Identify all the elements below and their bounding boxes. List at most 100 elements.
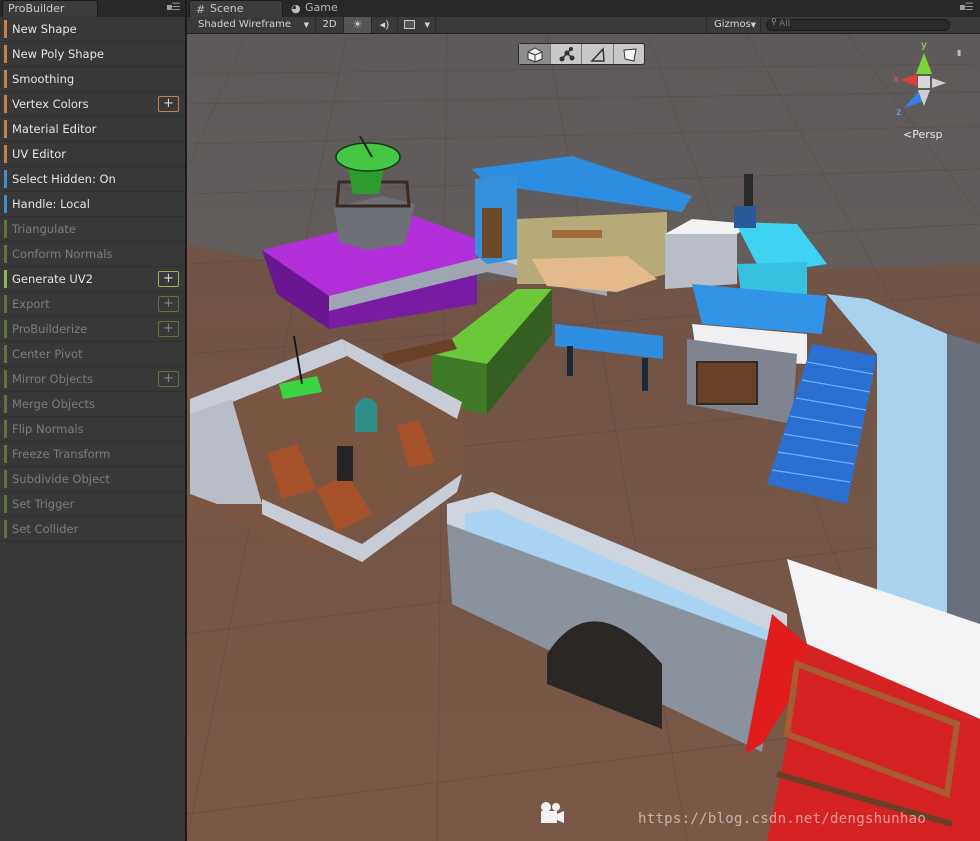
- probuilder-tool-vertex-colors[interactable]: Vertex Colors +: [0, 92, 185, 117]
- tool-options-plus-icon[interactable]: +: [158, 271, 179, 287]
- tool-label: Triangulate: [12, 222, 77, 236]
- tool-category-stripe: [4, 95, 7, 113]
- probuilder-tool-uv-editor[interactable]: UV Editor: [0, 142, 185, 167]
- watermark-text: https://blog.csdn.net/dengshunhao: [638, 811, 927, 827]
- tool-category-stripe: [4, 20, 7, 38]
- shading-mode-dropdown[interactable]: Shaded Wireframe ▼: [187, 17, 316, 33]
- probuilder-tab[interactable]: ProBuilder: [2, 0, 98, 17]
- gizmo-x-label: x: [893, 74, 899, 85]
- tool-label: Material Editor: [12, 122, 97, 136]
- tab-scene[interactable]: # Scene: [189, 0, 283, 17]
- tool-category-stripe: [4, 195, 7, 213]
- tab-game[interactable]: ◕ Game: [285, 0, 375, 17]
- gizmo-lock-icon[interactable]: ▮: [957, 48, 961, 57]
- probuilder-tool-freeze-transform[interactable]: Freeze Transform: [0, 442, 185, 467]
- hierarchy-search[interactable]: ⚲: [766, 17, 950, 31]
- gizmo-neg-x-cone[interactable]: [932, 78, 946, 88]
- probuilder-tool-new-poly-shape[interactable]: New Poly Shape: [0, 42, 185, 67]
- tool-category-stripe: [4, 45, 7, 63]
- tool-category-stripe: [4, 345, 7, 363]
- vertex-icon: [559, 47, 574, 62]
- probuilder-tool-material-editor[interactable]: Material Editor: [0, 117, 185, 142]
- scene-menu-icon[interactable]: ▪☰: [959, 3, 974, 13]
- tool-category-stripe: [4, 270, 7, 288]
- probuilder-tool-set-collider[interactable]: Set Collider: [0, 517, 185, 542]
- probuilder-tool-export[interactable]: Export +: [0, 292, 185, 317]
- tool-options-plus-icon[interactable]: +: [158, 296, 179, 312]
- orientation-gizmo[interactable]: y x z: [884, 38, 964, 123]
- effects-dropdown[interactable]: ▼: [398, 17, 436, 33]
- probuilder-tool-flip-normals[interactable]: Flip Normals: [0, 417, 185, 442]
- tool-category-stripe: [4, 320, 7, 338]
- tool-label: Center Pivot: [12, 347, 83, 361]
- tool-options-plus-icon[interactable]: +: [158, 371, 179, 387]
- probuilder-tool-merge-objects[interactable]: Merge Objects: [0, 392, 185, 417]
- probuilder-tool-center-pivot[interactable]: Center Pivot: [0, 342, 185, 367]
- tool-label: New Poly Shape: [12, 47, 104, 61]
- dropdown-arrow-icon: ▼: [424, 21, 430, 29]
- gizmo-x-cone[interactable]: [900, 74, 917, 86]
- probuilder-tool-mirror-objects[interactable]: Mirror Objects +: [0, 367, 185, 392]
- tool-options-plus-icon[interactable]: +: [158, 96, 179, 112]
- audio-toggle-button[interactable]: ◂): [372, 17, 398, 33]
- probuilder-tool-probuilderize[interactable]: ProBuilderize +: [0, 317, 185, 342]
- tool-label: Mirror Objects: [12, 372, 93, 386]
- projection-label: Persp: [912, 128, 943, 141]
- object-mode-button[interactable]: [519, 44, 551, 64]
- tool-category-stripe: [4, 295, 7, 313]
- face-icon: [622, 48, 637, 62]
- probuilder-tool-triangulate[interactable]: Triangulate: [0, 217, 185, 242]
- cube-icon: [527, 47, 543, 63]
- probuilder-tool-set-trigger[interactable]: Set Trigger: [0, 492, 185, 517]
- tool-options-plus-icon[interactable]: +: [158, 321, 179, 337]
- scene-viewport[interactable]: y x z ▮ <Persp https://blog.csdn.net/den…: [187, 34, 980, 841]
- dropdown-arrow-icon: ▼: [303, 21, 309, 29]
- tool-label: Subdivide Object: [12, 472, 110, 486]
- tool-label: Select Hidden: On: [12, 172, 116, 186]
- shading-mode-label: Shaded Wireframe: [198, 19, 291, 30]
- panel-menu-icon[interactable]: ▪☰: [166, 3, 181, 13]
- gizmo-center-cube[interactable]: [918, 76, 930, 88]
- dropdown-arrow-icon: ▼: [750, 21, 756, 29]
- tool-category-stripe: [4, 220, 7, 238]
- lighting-toggle-button[interactable]: ☀: [344, 17, 372, 33]
- camera-gizmo-icon[interactable]: [537, 801, 565, 827]
- probuilder-tool-conform-normals[interactable]: Conform Normals: [0, 242, 185, 267]
- search-icon: ⚲: [771, 17, 777, 26]
- tool-category-stripe: [4, 245, 7, 263]
- probuilder-tabbar: ProBuilder ▪☰: [0, 0, 185, 17]
- sun-icon: ☀: [352, 18, 363, 31]
- probuilder-tool-generate-uv2[interactable]: Generate UV2 +: [0, 267, 185, 292]
- scene-render[interactable]: [187, 34, 980, 841]
- projection-toggle[interactable]: <Persp: [903, 128, 942, 141]
- gizmos-label: Gizmos: [714, 19, 751, 30]
- probuilder-tool-select-hidden-on[interactable]: Select Hidden: On: [0, 167, 185, 192]
- tool-category-stripe: [4, 145, 7, 163]
- gizmos-dropdown[interactable]: Gizmos ▼: [706, 17, 761, 33]
- tool-category-stripe: [4, 170, 7, 188]
- search-input[interactable]: [779, 19, 939, 29]
- probuilder-tool-handle-local[interactable]: Handle: Local: [0, 192, 185, 217]
- edge-mode-button[interactable]: [582, 44, 614, 64]
- tool-label: UV Editor: [12, 147, 66, 161]
- gizmo-y-cone[interactable]: [916, 53, 932, 74]
- tab-game-label: Game: [305, 1, 338, 14]
- toggle-2d-button[interactable]: 2D: [316, 17, 344, 33]
- tool-label: ProBuilderize: [12, 322, 88, 336]
- tool-category-stripe: [4, 470, 7, 488]
- game-pacman-icon: ◕: [291, 2, 301, 15]
- vertex-mode-button[interactable]: [551, 44, 582, 64]
- edge-icon: [590, 47, 605, 62]
- tool-label: Smoothing: [12, 72, 75, 86]
- probuilder-tool-new-shape[interactable]: New Shape: [0, 17, 185, 42]
- tool-label: Handle: Local: [12, 197, 90, 211]
- tool-label: Generate UV2: [12, 272, 93, 286]
- tab-scene-label: Scene: [210, 2, 244, 15]
- tool-category-stripe: [4, 395, 7, 413]
- tool-category-stripe: [4, 70, 7, 88]
- probuilder-tool-smoothing[interactable]: Smoothing: [0, 67, 185, 92]
- tool-category-stripe: [4, 520, 7, 538]
- probuilder-tool-subdivide-object[interactable]: Subdivide Object: [0, 467, 185, 492]
- tool-label: Conform Normals: [12, 247, 113, 261]
- face-mode-button[interactable]: [614, 44, 645, 64]
